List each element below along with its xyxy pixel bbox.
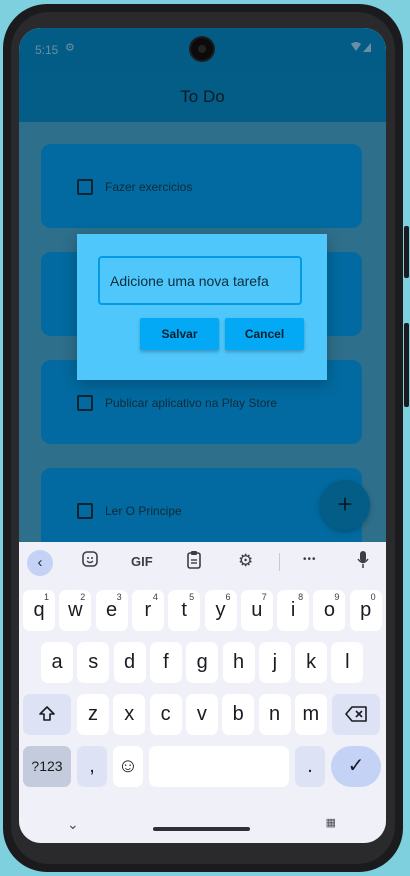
key-c[interactable]: c <box>149 694 182 735</box>
key-label: w <box>68 599 83 621</box>
comma-key[interactable]: , <box>77 746 107 787</box>
key-z[interactable]: z <box>77 694 109 735</box>
task-label: Fazer exercicios <box>105 180 193 194</box>
key-number-hint: 4 <box>152 592 158 602</box>
key-t[interactable]: t5 <box>168 590 201 631</box>
key-b[interactable]: b <box>222 694 255 735</box>
key-m[interactable]: m <box>294 694 327 735</box>
key-l[interactable]: l <box>331 642 364 683</box>
task-checkbox[interactable] <box>77 179 93 195</box>
cancel-button[interactable]: Cancel <box>225 318 304 350</box>
camera-icon <box>191 38 213 60</box>
more-options-icon[interactable]: ••• <box>303 554 317 565</box>
task-card[interactable]: Fazer exercicios <box>41 144 362 228</box>
key-label: o <box>323 599 335 621</box>
screen: 5:15 ⚙ To Do Fazer exercicios Publicar a… <box>19 28 386 843</box>
task-checkbox[interactable] <box>77 395 93 411</box>
key-number-hint: 3 <box>116 592 122 602</box>
add-task-button[interactable]: + <box>320 480 370 530</box>
key-x[interactable]: x <box>113 694 146 735</box>
space-bar[interactable] <box>149 746 289 787</box>
key-label: q <box>33 599 45 621</box>
status-time: 5:15 <box>35 43 59 57</box>
gif-button[interactable]: GIF <box>131 554 153 569</box>
key-a[interactable]: a <box>41 642 73 683</box>
task-card[interactable]: Ler O Principe <box>41 468 362 552</box>
task-checkbox[interactable] <box>77 503 93 519</box>
key-y[interactable]: y6 <box>204 590 237 631</box>
app-bar: To Do <box>19 72 386 122</box>
key-label: r <box>144 599 152 621</box>
toolbar-divider <box>279 553 280 571</box>
key-label: u <box>251 599 263 621</box>
key-g[interactable]: g <box>186 642 219 683</box>
key-number-hint: 6 <box>225 592 231 602</box>
key-r[interactable]: r4 <box>131 590 164 631</box>
page-title: To Do <box>180 87 225 106</box>
keyboard-toolbar: ‹ GIF ⚙ ••• <box>19 542 386 582</box>
key-number-hint: 8 <box>298 592 304 602</box>
key-w[interactable]: w2 <box>59 590 92 631</box>
key-f[interactable]: f <box>149 642 182 683</box>
key-k[interactable]: k <box>295 642 328 683</box>
task-label: Publicar aplicativo na Play Store <box>105 396 278 410</box>
gear-icon: ⚙ <box>65 42 75 54</box>
sticker-icon[interactable] <box>81 550 99 571</box>
task-label: Ler O Principe <box>105 504 182 518</box>
key-s[interactable]: s <box>77 642 110 683</box>
key-number-hint: 1 <box>43 592 49 602</box>
key-number-hint: 5 <box>189 592 195 602</box>
navigation-bar: ⌄ ▦ <box>19 810 386 843</box>
wifi-signal-icons <box>350 41 372 56</box>
new-task-input[interactable] <box>98 256 302 305</box>
clipboard-icon[interactable] <box>186 550 202 572</box>
key-label: p <box>360 599 372 621</box>
chevron-down-icon[interactable]: ⌄ <box>67 816 79 833</box>
key-label: e <box>106 599 118 621</box>
key-number-hint: 2 <box>80 592 86 602</box>
key-number-hint: 7 <box>261 592 267 602</box>
key-i[interactable]: i8 <box>277 590 310 631</box>
backspace-key[interactable] <box>332 694 380 735</box>
power-button[interactable] <box>404 226 409 278</box>
key-o[interactable]: o9 <box>313 590 346 631</box>
symbols-key[interactable]: ?123 <box>23 746 71 787</box>
settings-gear-icon[interactable]: ⚙ <box>238 551 253 571</box>
key-label: y <box>215 599 226 621</box>
microphone-icon[interactable] <box>357 550 369 572</box>
key-v[interactable]: v <box>185 694 218 735</box>
key-label: i <box>290 599 296 621</box>
add-task-dialog: Salvar Cancel <box>77 234 327 380</box>
key-n[interactable]: n <box>258 694 291 735</box>
shift-key[interactable] <box>23 694 71 735</box>
keyboard-switch-icon[interactable]: ▦ <box>326 816 336 829</box>
key-number-hint: 0 <box>370 592 376 602</box>
key-q[interactable]: q1 <box>23 590 55 631</box>
status-bar: 5:15 ⚙ <box>19 28 386 72</box>
key-u[interactable]: u7 <box>240 590 273 631</box>
key-p[interactable]: p0 <box>349 590 382 631</box>
key-d[interactable]: d <box>113 642 146 683</box>
soft-keyboard: ‹ GIF ⚙ ••• q1w2e3r4t5y6u7i8o9p0 asdfghj… <box>19 542 386 843</box>
home-handle[interactable] <box>153 827 250 831</box>
key-label: t <box>181 599 187 621</box>
save-button[interactable]: Salvar <box>140 318 219 350</box>
back-arrow-icon[interactable]: ‹ <box>27 550 53 576</box>
key-j[interactable]: j <box>258 642 291 683</box>
key-e[interactable]: e3 <box>95 590 128 631</box>
period-key[interactable]: . <box>295 746 325 787</box>
key-number-hint: 9 <box>334 592 340 602</box>
enter-check-icon[interactable]: ✓ <box>331 746 381 787</box>
emoji-icon[interactable]: ☺ <box>113 746 143 787</box>
key-h[interactable]: h <box>222 642 255 683</box>
volume-button[interactable] <box>404 323 409 407</box>
